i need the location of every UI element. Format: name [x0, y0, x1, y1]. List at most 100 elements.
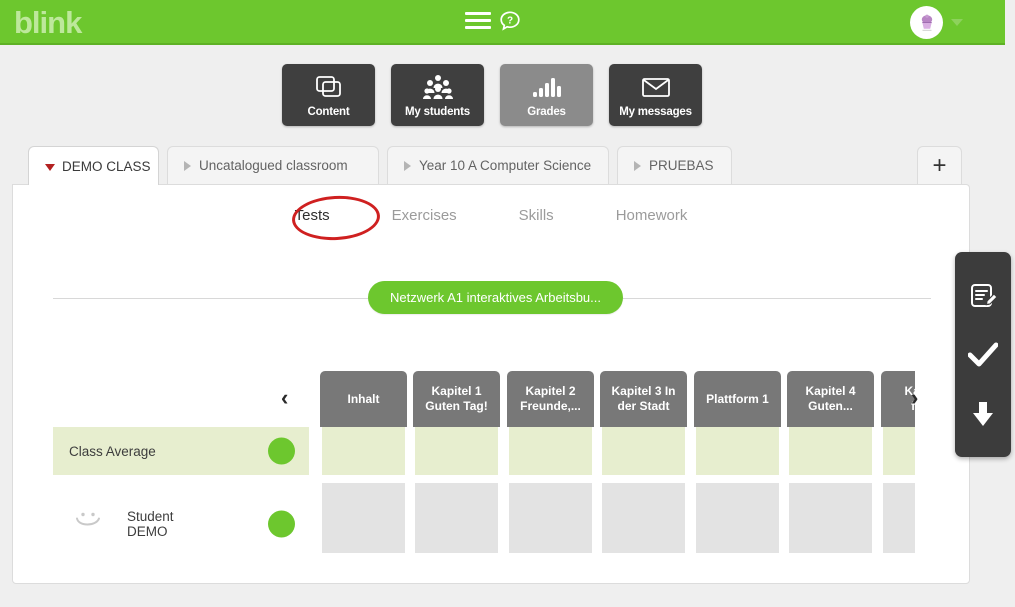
people-group-icon [422, 72, 454, 102]
right-side-toolbar [955, 252, 1011, 457]
column-header: Kapitel 4 Guten... [787, 371, 874, 427]
blink-logo: blink [14, 5, 82, 40]
note-edit-icon[interactable] [965, 278, 1001, 314]
column-header-line2: der Stadt [617, 399, 670, 413]
book-title-pill[interactable]: Netzwerk A1 interaktives Arbeitsbu... [368, 281, 623, 314]
column-header-line1: Kapitel 1 [431, 384, 482, 398]
grid-row-gap [320, 475, 407, 483]
grid-cell-student[interactable] [320, 483, 407, 553]
class-tab-label: PRUEBAS [649, 158, 714, 173]
grid-row-gap [787, 475, 874, 483]
nav-button-content[interactable]: Content [282, 64, 375, 126]
row-label-class-average: Class Average [69, 443, 156, 459]
class-tab-pruebas[interactable]: PRUEBAS [617, 146, 732, 184]
help-question-icon[interactable]: ? [500, 11, 521, 33]
grid-row-gap [694, 475, 781, 483]
smiley-face-icon [71, 507, 105, 542]
envelope-icon [641, 72, 671, 102]
class-tab-label: Year 10 A Computer Science [419, 158, 592, 173]
hamburger-menu-icon[interactable] [465, 12, 491, 32]
sub-tab-skills[interactable]: Skills [509, 201, 564, 230]
class-tab-uncatalogued-classroom[interactable]: Uncatalogued classroom [167, 146, 379, 184]
caret-down-icon [45, 164, 55, 171]
nav-label-content: Content [307, 106, 350, 118]
caret-right-icon [404, 160, 411, 171]
grades-grid: ‹ › Class Average Student DEMO Inhalt Ka… [13, 371, 969, 561]
top-header-bar: blink ? [0, 0, 1005, 45]
caret-right-icon [634, 160, 641, 171]
table-row-student[interactable]: Student DEMO [53, 494, 309, 554]
column-header-line2: Guten Tag! [425, 399, 488, 413]
grid-cell-average[interactable] [320, 427, 407, 475]
status-badge [268, 437, 295, 465]
student-first-line: Student [127, 509, 174, 524]
checkmark-icon[interactable] [965, 337, 1001, 373]
column-header: Kapitel 3 In der Stadt [600, 371, 687, 427]
nav-label-my-students: My students [405, 106, 470, 118]
column-header-line1: Kapitel 2 [525, 384, 576, 398]
grid-row-gap [881, 475, 915, 483]
grid-cell-average[interactable] [787, 427, 874, 475]
cupcake-avatar-icon [921, 14, 932, 31]
stacked-windows-icon [315, 72, 343, 102]
row-label-student: Student DEMO [127, 509, 174, 539]
grid-column[interactable]: Kapitel 4 Guten... [787, 371, 874, 553]
grid-cell-student[interactable] [600, 483, 687, 553]
grid-column[interactable]: Kapitel 2 Freunde,... [507, 371, 594, 553]
bar-chart-icon [532, 72, 562, 102]
grades-panel: Tests Exercises Skills Homework Netzwerk… [12, 184, 970, 584]
chevron-right-icon[interactable]: › [911, 387, 918, 409]
download-arrow-icon[interactable] [965, 396, 1001, 432]
column-header-line2: Guten... [808, 399, 853, 413]
sub-tab-tests[interactable]: Tests [285, 201, 340, 230]
grid-cell-student[interactable] [881, 483, 915, 553]
add-class-tab-button[interactable]: + [917, 146, 962, 184]
column-header-line1: Kapitel 4 [805, 384, 856, 398]
nav-label-grades: Grades [527, 106, 566, 118]
caret-right-icon [184, 160, 191, 171]
class-tab-label: DEMO CLASS [62, 158, 151, 174]
sub-tab-homework[interactable]: Homework [606, 201, 698, 230]
avatar-dropdown-caret[interactable] [951, 19, 963, 26]
class-tab-demo-class[interactable]: DEMO CLASS [28, 146, 159, 185]
application-window: blink ? Content My students Grades My me… [0, 0, 1015, 607]
grid-column[interactable]: Plattform 1 [694, 371, 781, 553]
grid-cell-average[interactable] [600, 427, 687, 475]
column-header-line1: Inhalt [347, 391, 380, 406]
grid-column[interactable]: Kapitel 1 Guten Tag! [413, 371, 500, 553]
grid-columns-area: Inhalt Kapitel 1 Guten Tag! Kapitel 2 Fr… [309, 371, 915, 561]
column-header: Kapitel 2 Freunde,... [507, 371, 594, 427]
grid-column[interactable]: Inhalt [320, 371, 407, 553]
nav-button-grades[interactable]: Grades [500, 64, 593, 126]
grid-row-labels: Class Average Student DEMO [53, 371, 309, 539]
avatar[interactable] [910, 6, 943, 39]
column-header: Kapitel 1 Guten Tag! [413, 371, 500, 427]
class-tabs: DEMO CLASS Uncatalogued classroom Year 1… [0, 146, 1005, 185]
class-tab-year-10-a-computer-science[interactable]: Year 10 A Computer Science [387, 146, 609, 184]
grid-column[interactable]: Kapitel 3 In der Stadt [600, 371, 687, 553]
svg-text:?: ? [507, 16, 513, 27]
grid-cell-average[interactable] [507, 427, 594, 475]
column-header: Inhalt [320, 371, 407, 427]
grid-column[interactable]: Kapitelfür T [881, 371, 915, 553]
nav-button-my-messages[interactable]: My messages [609, 64, 702, 126]
nav-label-my-messages: My messages [619, 106, 692, 118]
column-header-line2: Freunde,... [520, 399, 581, 413]
grid-cell-student[interactable] [694, 483, 781, 553]
nav-button-my-students[interactable]: My students [391, 64, 484, 126]
grid-row-gap [413, 475, 500, 483]
grid-cell-average[interactable] [881, 427, 915, 475]
grid-cell-average[interactable] [413, 427, 500, 475]
grid-cell-student[interactable] [413, 483, 500, 553]
grid-row-gap [507, 475, 594, 483]
column-header-line1: Kapitel 3 In [611, 384, 676, 398]
grid-row-gap [600, 475, 687, 483]
grid-cell-student[interactable] [507, 483, 594, 553]
table-row-class-average[interactable]: Class Average [53, 427, 309, 475]
sub-tab-exercises[interactable]: Exercises [382, 201, 467, 230]
column-header: Kapitelfür T [881, 371, 915, 427]
chevron-left-icon[interactable]: ‹ [281, 387, 288, 409]
student-second-line: DEMO [127, 524, 168, 539]
grid-cell-average[interactable] [694, 427, 781, 475]
grid-cell-student[interactable] [787, 483, 874, 553]
